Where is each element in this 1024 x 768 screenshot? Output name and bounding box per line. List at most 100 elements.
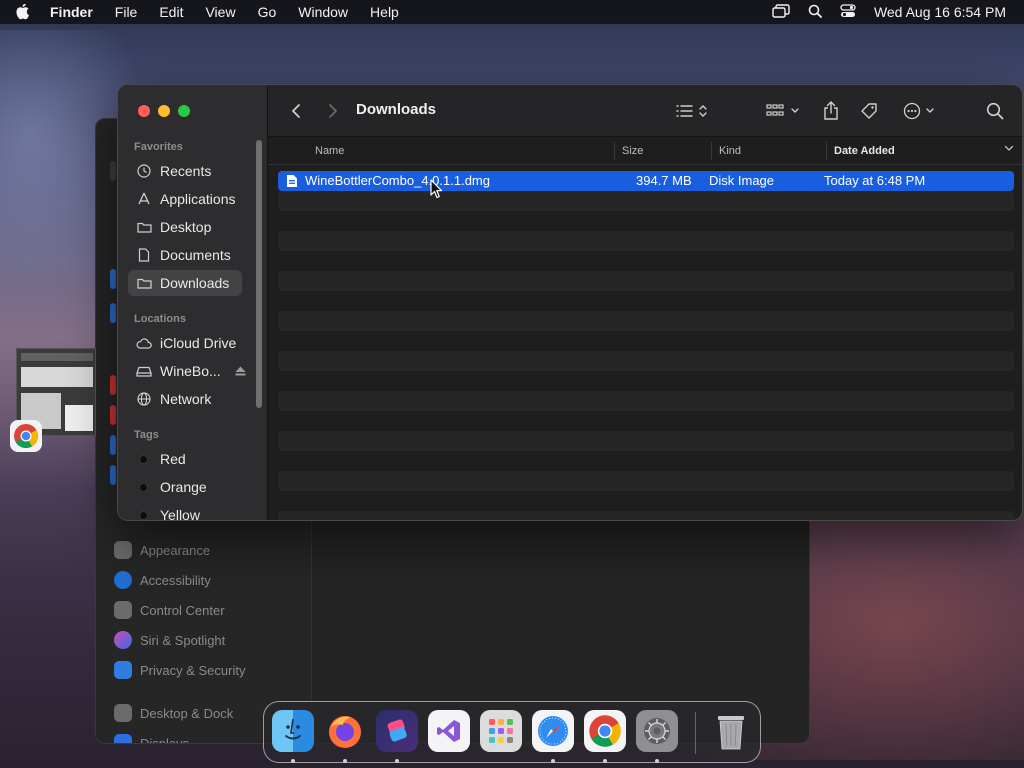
menu-edit[interactable]: Edit xyxy=(159,4,183,20)
column-header-kind[interactable]: Kind xyxy=(719,145,741,157)
sidebar-scrollbar[interactable] xyxy=(256,140,262,408)
settings-item-label: Privacy & Security xyxy=(140,662,246,678)
back-button[interactable] xyxy=(286,99,306,123)
file-size: 394.7 MB xyxy=(636,173,692,188)
tag-dot-icon xyxy=(139,510,148,520)
eject-icon[interactable] xyxy=(235,366,246,376)
close-window-button[interactable] xyxy=(138,105,150,117)
downloads-folder-icon xyxy=(136,275,152,291)
sort-chevron-down-icon[interactable] xyxy=(1004,143,1014,156)
sidebar-item-documents[interactable]: Documents xyxy=(128,242,242,268)
desktop-folder-icon xyxy=(136,219,152,235)
settings-item-control-center[interactable]: Control Center xyxy=(114,597,225,623)
settings-sidebar-icon-edge xyxy=(110,303,116,323)
sidebar-item-applications[interactable]: Applications xyxy=(128,186,242,212)
sidebar-item-label: Network xyxy=(160,391,212,407)
settings-item-privacy-security[interactable]: Privacy & Security xyxy=(114,657,245,683)
column-divider[interactable] xyxy=(614,142,615,160)
menu-file[interactable]: File xyxy=(115,4,138,20)
sidebar-item-label: iCloud Drive xyxy=(160,335,237,351)
menu-bar: Finder File Edit View Go Window Help Wed… xyxy=(0,0,1024,24)
sidebar-tag-red[interactable]: Red xyxy=(128,446,242,472)
sidebar-item-icloud-drive[interactable]: iCloud Drive xyxy=(128,330,242,356)
settings-item-label: Desktop & Dock xyxy=(140,705,234,721)
column-header-date-added[interactable]: Date Added xyxy=(834,145,895,157)
firefox-icon[interactable] xyxy=(324,710,366,752)
sidebar-item-label: Recents xyxy=(160,163,212,179)
sidebar-item-label: Yellow xyxy=(160,507,200,521)
settings-item-label: Control Center xyxy=(140,602,225,618)
launchpad-icon[interactable] xyxy=(480,710,522,752)
chrome-app-badge-icon[interactable] xyxy=(10,420,42,452)
view-mode-list-button[interactable] xyxy=(674,99,714,123)
window-title: Downloads xyxy=(356,101,437,118)
sidebar-item-label: WineBo... xyxy=(160,363,221,379)
thumbnail-content xyxy=(21,367,93,387)
sidebar-item-label: Documents xyxy=(160,247,231,263)
visual-studio-icon[interactable] xyxy=(428,710,470,752)
screen-mirroring-icon[interactable] xyxy=(772,3,790,21)
desktop-dock-icon xyxy=(114,704,132,722)
more-actions-icon[interactable] xyxy=(902,99,940,123)
settings-item-label: Accessibility xyxy=(140,572,211,588)
sidebar-item-downloads[interactable]: Downloads xyxy=(128,270,242,296)
empty-row xyxy=(278,311,1014,331)
running-indicator xyxy=(343,759,347,763)
column-divider[interactable] xyxy=(711,142,712,160)
menu-go[interactable]: Go xyxy=(258,4,277,20)
column-divider[interactable] xyxy=(826,142,827,160)
forward-button[interactable] xyxy=(323,99,343,123)
empty-row xyxy=(278,351,1014,371)
settings-sidebar-icon-edge xyxy=(110,405,116,425)
settings-sidebar-icon-edge xyxy=(110,269,116,289)
spotlight-search-icon[interactable] xyxy=(808,4,822,21)
menu-help[interactable]: Help xyxy=(370,4,399,20)
menu-bar-clock[interactable]: Wed Aug 16 6:54 PM xyxy=(874,4,1006,20)
tag-icon[interactable] xyxy=(858,99,880,123)
minimize-window-button[interactable] xyxy=(158,105,170,117)
group-by-button[interactable] xyxy=(764,99,804,123)
settings-item-accessibility[interactable]: Accessibility xyxy=(114,567,211,593)
shortcuts-icon[interactable] xyxy=(376,710,418,752)
globe-icon xyxy=(136,391,152,407)
sidebar-item-label: Desktop xyxy=(160,219,212,235)
menu-app-name[interactable]: Finder xyxy=(50,4,93,20)
settings-item-appearance[interactable]: Appearance xyxy=(114,537,210,563)
sidebar-item-winebottler-volume[interactable]: WineBo... xyxy=(128,358,246,384)
zoom-window-button[interactable] xyxy=(178,105,190,117)
settings-item-desktop-dock[interactable]: Desktop & Dock xyxy=(114,700,233,726)
column-header-name[interactable]: Name xyxy=(315,145,344,157)
apple-menu-icon[interactable] xyxy=(16,4,36,20)
empty-row xyxy=(278,431,1014,451)
safari-icon[interactable] xyxy=(532,710,574,752)
control-center-icon[interactable] xyxy=(840,3,856,21)
empty-row xyxy=(278,391,1014,411)
file-row[interactable]: WineBottlerCombo_4.0.1.1.dmg 394.7 MB Di… xyxy=(278,171,1014,191)
settings-sidebar-icon-edge xyxy=(110,435,116,455)
displays-icon xyxy=(114,734,132,743)
settings-item-siri-spotlight[interactable]: Siri & Spotlight xyxy=(114,627,225,653)
thumbnail-toolbar xyxy=(21,353,93,361)
menu-window[interactable]: Window xyxy=(298,4,348,20)
sidebar-tag-yellow[interactable]: Yellow xyxy=(128,502,242,521)
finder-icon[interactable] xyxy=(272,710,314,752)
sidebar-tag-orange[interactable]: Orange xyxy=(128,474,242,500)
search-icon[interactable] xyxy=(984,99,1006,123)
cloud-icon xyxy=(136,335,152,351)
settings-gear-icon[interactable] xyxy=(636,710,678,752)
sidebar-section-locations: Locations xyxy=(134,313,186,325)
tag-dot-icon xyxy=(139,482,148,492)
sidebar-item-desktop[interactable]: Desktop xyxy=(128,214,242,240)
menu-view[interactable]: View xyxy=(205,4,235,20)
column-header-size[interactable]: Size xyxy=(622,145,643,157)
chrome-icon[interactable] xyxy=(584,710,626,752)
accessibility-icon xyxy=(114,571,132,589)
share-icon[interactable] xyxy=(820,99,842,123)
sidebar-item-network[interactable]: Network xyxy=(128,386,242,412)
appearance-icon xyxy=(114,541,132,559)
finder-sidebar: Favorites Recents Applications Desktop D… xyxy=(118,85,268,520)
sidebar-item-recents[interactable]: Recents xyxy=(128,158,242,184)
sidebar-item-label: Orange xyxy=(160,479,207,495)
settings-item-displays[interactable]: Displays xyxy=(114,730,189,743)
trash-icon[interactable] xyxy=(710,710,752,752)
